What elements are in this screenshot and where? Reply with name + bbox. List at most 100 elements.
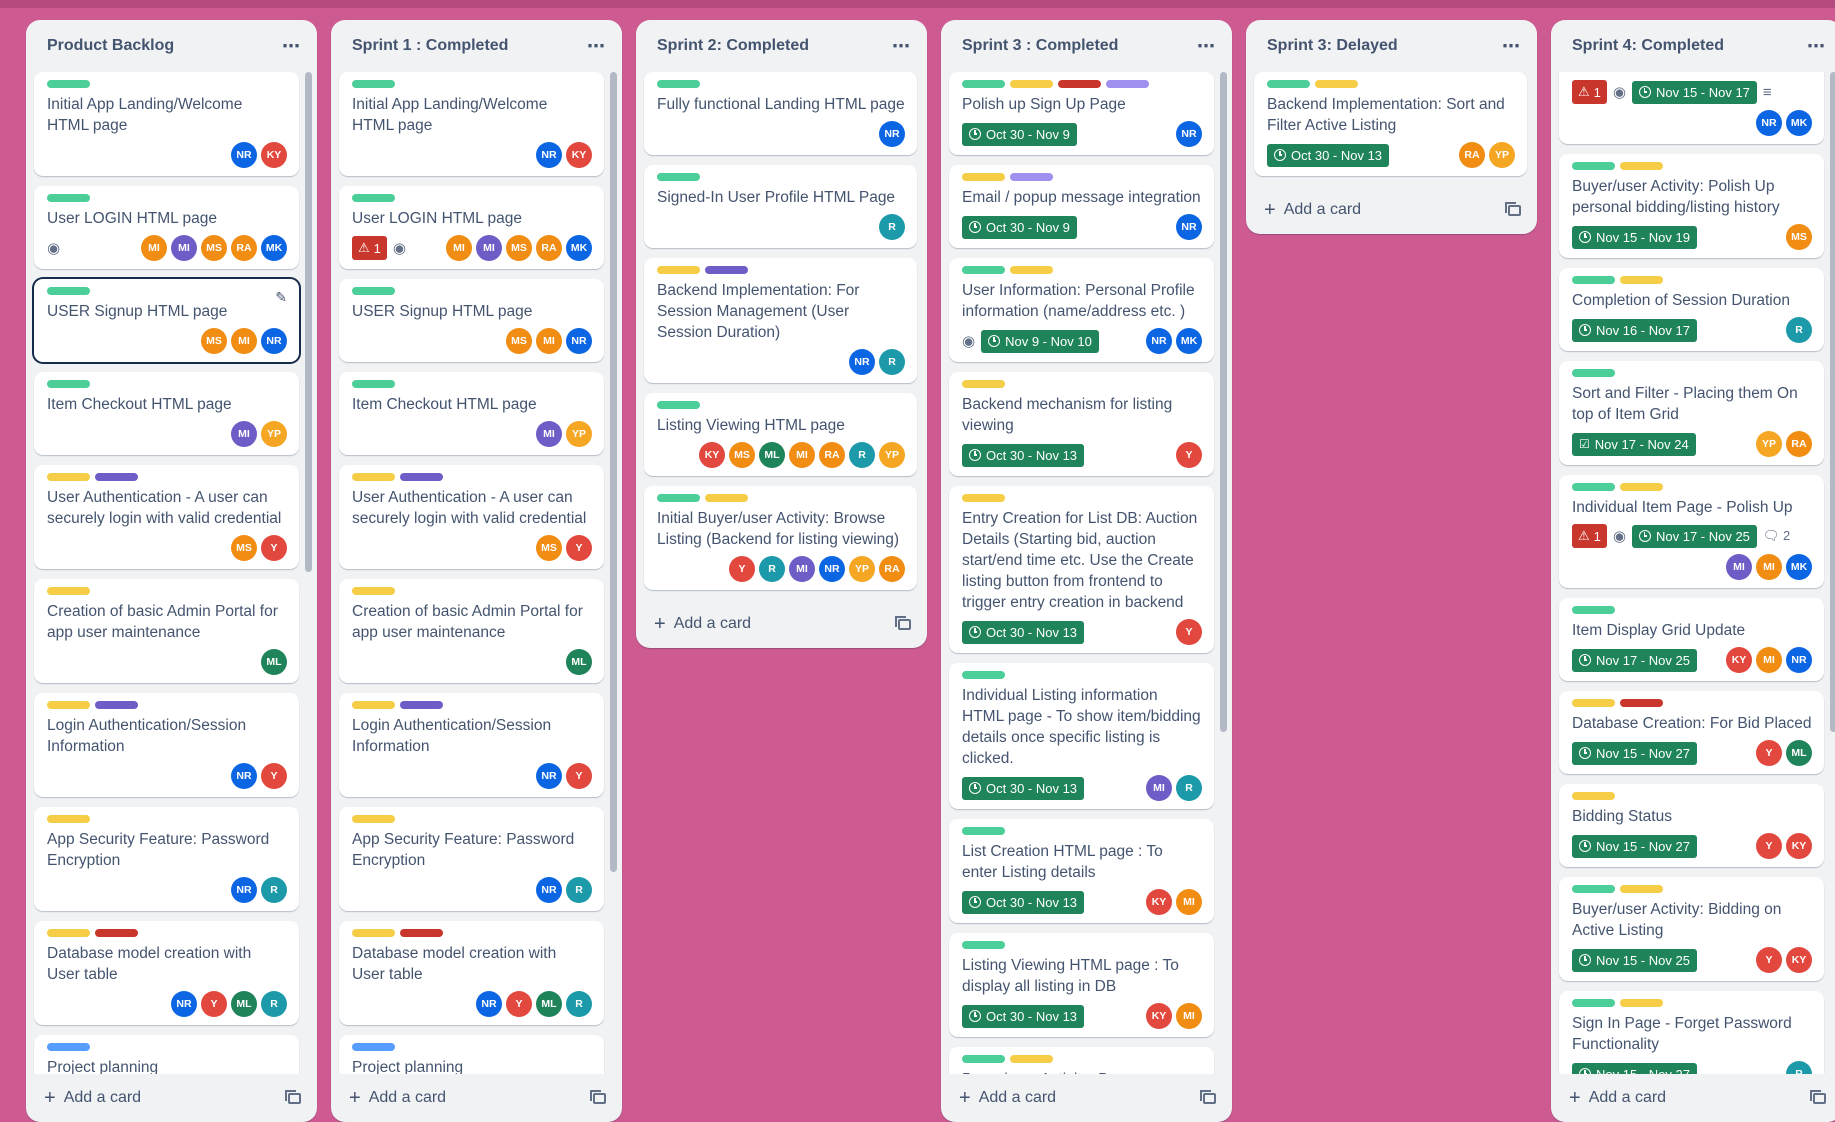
due-date-badge[interactable]: Oct 30 - Nov 13 — [1267, 143, 1390, 167]
label-green[interactable] — [1572, 369, 1615, 377]
card[interactable]: Listing Viewing HTML page : To display a… — [949, 933, 1214, 1037]
label-green[interactable] — [352, 194, 395, 202]
avatar[interactable]: NR — [1176, 121, 1202, 147]
avatar[interactable]: Y — [729, 556, 755, 582]
card[interactable]: Buyer/user Activity: Polish Up personal … — [1559, 154, 1824, 258]
avatar[interactable]: MK — [1786, 554, 1812, 580]
card-template-icon[interactable] — [1810, 1089, 1826, 1104]
card[interactable]: Bidding Status Nov 15 - Nov 27 Y KY — [1559, 784, 1824, 867]
avatar[interactable]: NR — [231, 142, 257, 168]
more-icon[interactable]: ⋯ — [1807, 36, 1826, 57]
avatar[interactable]: MI — [789, 556, 815, 582]
avatar[interactable]: R — [1786, 1061, 1812, 1074]
card-template-icon[interactable] — [590, 1089, 606, 1104]
label-green[interactable] — [962, 266, 1005, 274]
card[interactable]: Creation of basic Admin Portal for app u… — [34, 579, 299, 683]
card[interactable]: List Creation HTML page : To enter Listi… — [949, 819, 1214, 923]
label-yellow[interactable] — [1620, 276, 1663, 284]
avatar[interactable]: MI — [231, 421, 257, 447]
card[interactable]: Database model creation with User table N… — [339, 921, 604, 1025]
avatar[interactable]: KY — [1786, 833, 1812, 859]
label-dpurple[interactable] — [400, 701, 443, 709]
list-title[interactable]: Sprint 3: Delayed — [1267, 37, 1398, 55]
card[interactable]: User Information: Personal Profile infor… — [949, 258, 1214, 362]
more-icon[interactable]: ⋯ — [1502, 36, 1521, 57]
avatar[interactable]: NR — [476, 991, 502, 1017]
due-date-badge[interactable]: Nov 15 - Nov 19 — [1572, 225, 1697, 249]
avatar[interactable]: RA — [879, 556, 905, 582]
label-yellow[interactable] — [705, 494, 748, 502]
avatar[interactable]: R — [759, 556, 785, 582]
card[interactable]: Sort and Filter - Placing them On top of… — [1559, 361, 1824, 465]
card[interactable]: User Authentication - A user can securel… — [34, 465, 299, 569]
avatar[interactable]: MI — [171, 235, 197, 261]
avatar[interactable]: MI — [1176, 889, 1202, 915]
card[interactable]: Initial App Landing/Welcome HTML page NR K… — [339, 72, 604, 176]
list-title[interactable]: Sprint 2: Completed — [657, 37, 809, 55]
more-icon[interactable]: ⋯ — [282, 36, 301, 57]
label-dpurple[interactable] — [95, 701, 138, 709]
card[interactable]: ⚠ 1 ◉ Nov 15 - Nov 17 ≡ NR MK — [1559, 72, 1824, 144]
add-card-button[interactable]: + Add a card — [349, 1087, 446, 1110]
label-yellow[interactable] — [352, 701, 395, 709]
card[interactable]: Backend mechanism for listing viewing Oct… — [949, 372, 1214, 476]
avatar[interactable]: MI — [231, 328, 257, 354]
due-date-badge[interactable]: Oct 30 - Nov 9 — [962, 215, 1077, 239]
list-header[interactable]: Sprint 3: Delayed ⋯ — [1246, 20, 1537, 72]
due-date-badge[interactable]: ☑ Nov 17 - Nov 24 — [1572, 432, 1696, 456]
avatar[interactable]: NR — [849, 349, 875, 375]
avatar[interactable]: Y — [201, 991, 227, 1017]
avatar[interactable]: KY — [1146, 1003, 1172, 1029]
avatar[interactable]: Y — [1756, 833, 1782, 859]
avatar[interactable]: RA — [819, 442, 845, 468]
avatar[interactable]: MI — [446, 235, 472, 261]
avatar[interactable]: MS — [231, 535, 257, 561]
label-red[interactable] — [1620, 699, 1663, 707]
avatar[interactable]: R — [879, 214, 905, 240]
card[interactable]: Initial App Landing/Welcome HTML page NR K… — [34, 72, 299, 176]
card-template-icon[interactable] — [285, 1089, 301, 1104]
card[interactable]: Signed-In User Profile HTML Page R — [644, 165, 917, 248]
card-template-icon[interactable] — [1200, 1089, 1216, 1104]
avatar[interactable]: NR — [231, 877, 257, 903]
avatar[interactable]: YP — [1489, 142, 1515, 168]
card[interactable]: App Security Feature: Password Encryptio… — [34, 807, 299, 911]
avatar[interactable]: NR — [171, 991, 197, 1017]
avatar[interactable]: KY — [1786, 947, 1812, 973]
label-yellow[interactable] — [962, 173, 1005, 181]
avatar[interactable]: KY — [1146, 889, 1172, 915]
label-yellow[interactable] — [47, 587, 90, 595]
label-yellow[interactable] — [1315, 80, 1358, 88]
avatar[interactable]: NR — [566, 328, 592, 354]
label-yellow[interactable] — [962, 494, 1005, 502]
avatar[interactable]: NR — [536, 142, 562, 168]
avatar[interactable]: RA — [1786, 431, 1812, 457]
label-yellow[interactable] — [47, 701, 90, 709]
card[interactable]: Initial Buyer/user Activity: Browse List… — [644, 486, 917, 590]
list-header[interactable]: Sprint 1 : Completed ⋯ — [331, 20, 622, 72]
label-green[interactable] — [1572, 483, 1615, 491]
label-green[interactable] — [1572, 999, 1615, 1007]
label-green[interactable] — [962, 827, 1005, 835]
avatar[interactable]: Y — [566, 763, 592, 789]
card[interactable]: Entry Creation for List DB: Auction Deta… — [949, 486, 1214, 653]
avatar[interactable]: NR — [536, 763, 562, 789]
card[interactable]: User LOGIN HTML page ◉ MI MI MS RA MK — [34, 186, 299, 269]
alert-badge[interactable]: ⚠ 1 — [1572, 80, 1607, 104]
avatar[interactable]: ML — [261, 649, 287, 675]
label-green[interactable] — [1267, 80, 1310, 88]
list-header[interactable]: Product Backlog ⋯ — [26, 20, 317, 72]
avatar[interactable]: MK — [1176, 328, 1202, 354]
label-dpurple[interactable] — [705, 266, 748, 274]
list-title[interactable]: Sprint 1 : Completed — [352, 37, 508, 55]
avatar[interactable]: KY — [699, 442, 725, 468]
list-title[interactable]: Product Backlog — [47, 37, 174, 55]
avatar[interactable]: NR — [879, 121, 905, 147]
avatar[interactable]: ML — [759, 442, 785, 468]
due-date-badge[interactable]: Nov 15 - Nov 25 — [1572, 948, 1697, 972]
alert-badge[interactable]: ⚠ 1 — [1572, 524, 1607, 548]
avatar[interactable]: RA — [536, 235, 562, 261]
avatar[interactable]: NR — [1176, 214, 1202, 240]
label-red[interactable] — [1058, 80, 1101, 88]
avatar[interactable]: ML — [1786, 740, 1812, 766]
